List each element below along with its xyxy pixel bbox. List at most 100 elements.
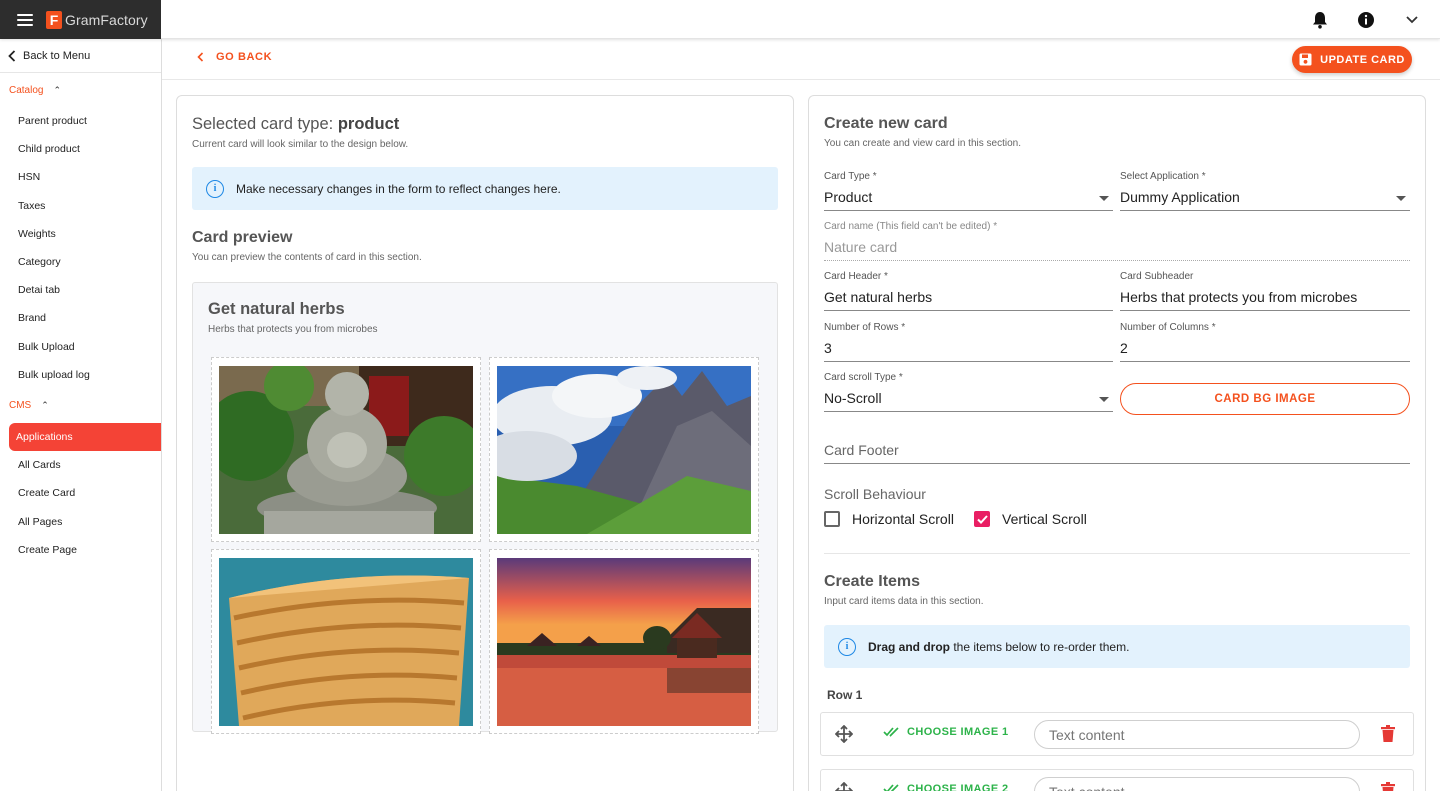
logo-text: GramFactory: [65, 11, 148, 28]
card-header-field[interactable]: Card Header * Get natural herbs: [824, 271, 1113, 311]
sidebar-item-child-product[interactable]: Child product: [0, 135, 161, 163]
double-check-icon: [883, 727, 899, 737]
logo-icon: F: [46, 10, 62, 29]
sidebar-item-detai-tab[interactable]: Detai tab: [0, 276, 161, 304]
card-name-field: Card name (This field can't be edited) *…: [824, 221, 1410, 261]
dropdown-arrow-icon: [1099, 397, 1109, 402]
save-icon: [1299, 53, 1312, 66]
preview-image-buddha-statue[interactable]: [211, 357, 481, 542]
columns-field[interactable]: Number of Columns * 2: [1120, 322, 1410, 362]
card-name-value: Nature card: [824, 239, 1410, 261]
card-subheader-input[interactable]: Herbs that protects you from microbes: [1120, 289, 1410, 311]
drag-drop-info-text: Drag and drop the items below to re-orde…: [868, 639, 1130, 654]
create-card-title: Create new card: [824, 115, 948, 132]
top-app-bar: F GramFactory: [0, 0, 1440, 39]
create-card-panel: Create new card You can create and view …: [808, 95, 1426, 791]
catalog-label: Catalog: [9, 84, 44, 96]
chevron-down-icon[interactable]: [1402, 10, 1422, 30]
card-footer-field[interactable]: Card Footer: [824, 435, 1410, 464]
info-banner-text: Make necessary changes in the form to re…: [236, 181, 561, 196]
choose-image-label: CHOOSE IMAGE 2: [907, 783, 1009, 791]
sidebar-section-catalog[interactable]: Catalog ⌃: [0, 73, 161, 107]
columns-input[interactable]: 2: [1120, 340, 1410, 362]
drag-drop-info-banner: i Drag and drop the items below to re-or…: [824, 625, 1410, 668]
info-icon[interactable]: [1356, 10, 1376, 30]
card-bg-image-button[interactable]: CARD BG IMAGE: [1120, 383, 1410, 415]
delete-icon[interactable]: [1381, 782, 1395, 791]
chevron-up-icon: ⌃: [53, 84, 62, 95]
item-text-input[interactable]: [1034, 720, 1360, 749]
horizontal-scroll-checkbox[interactable]: [824, 511, 840, 527]
back-to-menu-link[interactable]: Back to Menu: [0, 39, 161, 73]
back-to-menu-label: Back to Menu: [23, 49, 91, 62]
card-item-row: CHOOSE IMAGE 2: [820, 769, 1414, 791]
card-type-select[interactable]: Card Type * Product: [824, 171, 1113, 211]
choose-image-button[interactable]: CHOOSE IMAGE 2: [883, 783, 1009, 791]
go-back-button[interactable]: GO BACK: [197, 51, 272, 63]
preview-image-sunset-village[interactable]: [489, 549, 759, 734]
bell-icon[interactable]: [1310, 10, 1330, 30]
card-item-row: CHOOSE IMAGE 1: [820, 712, 1414, 756]
choose-image-button[interactable]: CHOOSE IMAGE 1: [883, 726, 1009, 738]
card-subheader-label: Card Subheader: [1120, 271, 1194, 282]
selected-type-prefix: Selected card type:: [192, 115, 338, 133]
create-card-heading: Create new card You can create and view …: [824, 115, 1021, 149]
horizontal-scroll-label: Horizontal Scroll: [852, 511, 954, 527]
card-header-input[interactable]: Get natural herbs: [824, 289, 1113, 311]
preview-card-header: Get natural herbs: [208, 300, 345, 318]
scroll-type-select[interactable]: Card scroll Type * No-Scroll: [824, 372, 1113, 412]
create-items-title: Create Items: [824, 573, 921, 590]
card-type-label: Card Type *: [824, 171, 877, 182]
sub-header: GO BACK UPDATE CARD: [162, 39, 1440, 80]
scroll-type-value[interactable]: No-Scroll: [824, 390, 1113, 412]
update-card-button[interactable]: UPDATE CARD: [1292, 46, 1412, 73]
sidebar-item-all-pages[interactable]: All Pages: [0, 507, 161, 535]
sidebar-item-category[interactable]: Category: [0, 248, 161, 276]
card-name-label: Card name (This field can't be edited) *: [824, 221, 998, 232]
vertical-scroll-option[interactable]: Vertical Scroll: [974, 511, 1087, 527]
sidebar-item-taxes[interactable]: Taxes: [0, 192, 161, 220]
sidebar-item-applications[interactable]: Applications: [9, 422, 161, 452]
card-footer-input[interactable]: Card Footer: [824, 442, 1410, 464]
brand-bar: F GramFactory: [0, 0, 161, 39]
card-subheader-field[interactable]: Card Subheader Herbs that protects you f…: [1120, 271, 1410, 311]
rows-field[interactable]: Number of Rows * 3: [824, 322, 1113, 362]
card-preview-panel: Selected card type: product Current card…: [176, 95, 794, 791]
sidebar-item-parent-product[interactable]: Parent product: [0, 107, 161, 135]
vertical-scroll-checkbox[interactable]: [974, 511, 990, 527]
sidebar-item-hsn[interactable]: HSN: [0, 163, 161, 191]
sidebar-item-create-page[interactable]: Create Page: [0, 536, 161, 564]
application-label: Select Application *: [1120, 171, 1206, 182]
card-type-value[interactable]: Product: [824, 189, 1113, 211]
sidebar-item-create-card[interactable]: Create Card: [0, 479, 161, 507]
menu-icon[interactable]: [17, 13, 33, 26]
scroll-behaviour-title: Scroll Behaviour: [824, 486, 926, 502]
create-items-subtitle: Input card items data in this section.: [824, 596, 984, 607]
preview-image-mountain-peaks[interactable]: [489, 357, 759, 542]
info-icon: i: [206, 179, 224, 198]
card-preview: Get natural herbs Herbs that protects yo…: [192, 282, 778, 734]
preview-image-stacked-chips[interactable]: [211, 549, 481, 734]
sidebar-item-bulk-upload-log[interactable]: Bulk upload log: [0, 361, 161, 389]
columns-label: Number of Columns *: [1120, 322, 1216, 333]
application-value[interactable]: Dummy Application: [1120, 189, 1410, 211]
drag-handle-icon[interactable]: [835, 725, 853, 743]
sidebar-section-cms[interactable]: CMS ⌃: [0, 389, 161, 423]
delete-icon[interactable]: [1381, 725, 1395, 742]
item-text-input[interactable]: [1034, 777, 1360, 791]
sidebar-item-weights[interactable]: Weights: [0, 220, 161, 248]
drag-handle-icon[interactable]: [835, 782, 853, 791]
rows-input[interactable]: 3: [824, 340, 1113, 362]
sidebar-item-all-cards[interactable]: All Cards: [0, 451, 161, 479]
main-content: Selected card type: product Current card…: [162, 80, 1440, 791]
horizontal-scroll-option[interactable]: Horizontal Scroll: [824, 511, 954, 527]
sidebar-item-bulk-upload[interactable]: Bulk Upload: [0, 333, 161, 361]
card-preview-title: Card preview: [192, 229, 293, 246]
go-back-label: GO BACK: [216, 51, 273, 63]
chevron-left-icon: [8, 49, 16, 62]
card-preview-subtitle: You can preview the contents of card in …: [192, 252, 422, 263]
rows-label: Number of Rows *: [824, 322, 906, 333]
sidebar-item-brand[interactable]: Brand: [0, 304, 161, 332]
application-select[interactable]: Select Application * Dummy Application: [1120, 171, 1410, 211]
info-icon: i: [838, 637, 856, 656]
